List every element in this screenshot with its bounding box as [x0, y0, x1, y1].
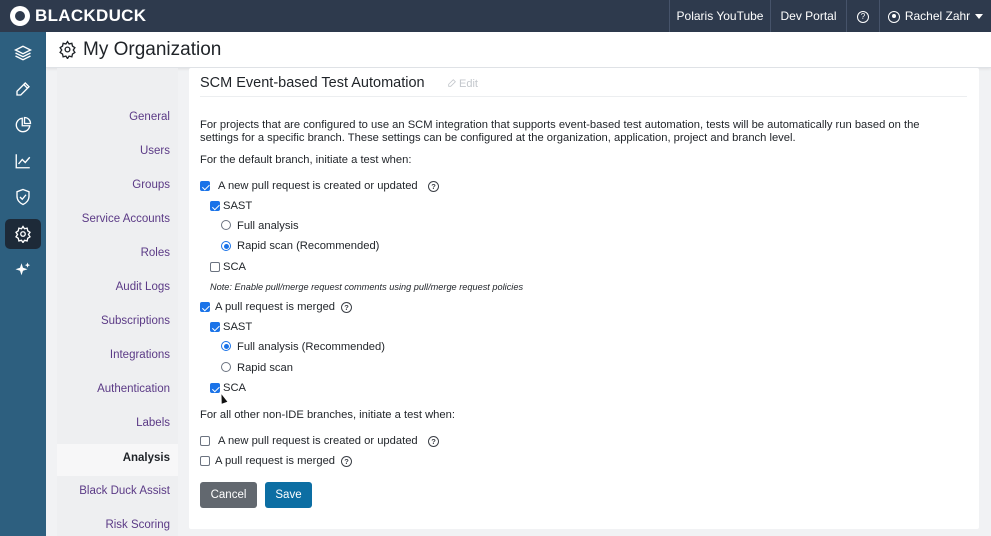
other-branches-label: For all other non-IDE branches, initiate…: [200, 409, 455, 421]
help-button[interactable]: ?: [846, 0, 879, 32]
pr-merged-sast-checkbox[interactable]: [210, 322, 220, 332]
other-pr-created-label: A new pull request is created or updated: [218, 435, 418, 447]
divider: [200, 96, 967, 97]
pr-created-rapid-label: Rapid scan (Recommended): [237, 240, 380, 252]
other-pr-merged-label: A pull request is merged: [215, 455, 336, 467]
brand-logo[interactable]: BLACKDUCK: [10, 5, 146, 27]
save-button[interactable]: Save: [265, 482, 312, 508]
sparkle-icon[interactable]: [5, 255, 41, 285]
pr-merged-sast-label: SAST: [223, 321, 253, 333]
pr-merged-sca-label: SCA: [223, 382, 247, 394]
section-description: For projects that are configured to use …: [200, 119, 920, 144]
pr-created-label: A new pull request is created or updated: [218, 180, 418, 192]
pencil-icon[interactable]: [5, 74, 41, 104]
pr-created-sast-label: SAST: [223, 200, 253, 212]
nav-audit-logs[interactable]: Audit Logs: [116, 281, 170, 293]
pr-created-sast-checkbox[interactable]: [210, 201, 220, 211]
help-icon: ?: [857, 10, 869, 23]
nav-labels[interactable]: Labels: [136, 417, 170, 429]
user-name: Rachel Zahr: [904, 9, 971, 23]
duck-logo-icon: [10, 6, 30, 26]
nav-users[interactable]: Users: [140, 145, 170, 157]
nav-analysis[interactable]: Analysis: [123, 452, 170, 464]
pr-created-full-radio[interactable]: [221, 220, 231, 230]
cancel-button[interactable]: Cancel: [200, 482, 257, 508]
layers-icon[interactable]: [5, 38, 41, 68]
other-pr-merged-checkbox[interactable]: [200, 456, 210, 466]
dev-portal-link[interactable]: Dev Portal: [770, 0, 846, 32]
icon-rail: [0, 32, 46, 536]
help-icon[interactable]: ?: [341, 456, 352, 467]
nav-groups[interactable]: Groups: [132, 179, 170, 191]
pr-merged-full-label: Full analysis (Recommended): [237, 341, 385, 353]
default-branch-label: For the default branch, initiate a test …: [200, 154, 412, 166]
pr-created-rapid-radio[interactable]: [221, 241, 231, 251]
nav-service-accounts[interactable]: Service Accounts: [82, 213, 170, 225]
pr-created-sca-label: SCA: [223, 261, 247, 273]
pr-merged-full-radio[interactable]: [221, 341, 231, 351]
nav-black-duck-assist[interactable]: Black Duck Assist: [79, 485, 170, 497]
help-icon[interactable]: ?: [341, 302, 352, 313]
trend-chart-icon[interactable]: [5, 146, 41, 176]
pr-created-checkbox[interactable]: [200, 181, 210, 191]
polaris-youtube-link[interactable]: Polaris YouTube: [669, 0, 770, 32]
settings-icon: [59, 40, 76, 59]
nav-integrations[interactable]: Integrations: [110, 349, 170, 361]
pencil-icon: [448, 79, 456, 87]
user-icon: [887, 10, 900, 23]
chevron-down-icon: [975, 14, 984, 20]
nav-roles[interactable]: Roles: [141, 247, 170, 259]
help-icon[interactable]: ?: [428, 181, 439, 192]
top-bar: BLACKDUCK Polaris YouTube Dev Portal ? R…: [0, 0, 991, 32]
pr-merged-sca-checkbox[interactable]: [210, 383, 220, 393]
settings-icon[interactable]: [5, 219, 41, 249]
section-title: SCM Event-based Test Automation: [200, 75, 425, 91]
brand-name: BLACKDUCK: [35, 6, 147, 25]
nav-risk-scoring[interactable]: Risk Scoring: [105, 519, 170, 531]
edit-button[interactable]: Edit: [447, 78, 478, 90]
pr-merged-label: A pull request is merged: [215, 301, 336, 313]
pr-merged-rapid-label: Rapid scan: [237, 362, 293, 374]
settings-sidebar: General Users Groups Service Accounts Ro…: [57, 68, 178, 536]
shield-check-icon[interactable]: [5, 182, 41, 212]
page-header: My Organization: [46, 32, 991, 68]
nav-general[interactable]: General: [129, 111, 170, 123]
page-title: My Organization: [83, 39, 222, 60]
user-menu[interactable]: Rachel Zahr: [879, 0, 991, 32]
pr-comments-note: Note: Enable pull/merge request comments…: [210, 282, 524, 292]
other-pr-created-checkbox[interactable]: [200, 436, 210, 446]
nav-authentication[interactable]: Authentication: [97, 383, 170, 395]
pr-created-full-label: Full analysis: [237, 220, 299, 232]
pie-chart-icon[interactable]: [5, 110, 41, 140]
pr-merged-rapid-radio[interactable]: [221, 362, 231, 372]
edit-label: Edit: [459, 78, 478, 90]
pr-created-sca-checkbox[interactable]: [210, 262, 220, 272]
help-icon[interactable]: ?: [428, 436, 439, 447]
pr-merged-checkbox[interactable]: [200, 302, 210, 312]
nav-subscriptions[interactable]: Subscriptions: [101, 315, 170, 327]
scm-automation-card: SCM Event-based Test Automation Edit For…: [189, 68, 979, 529]
